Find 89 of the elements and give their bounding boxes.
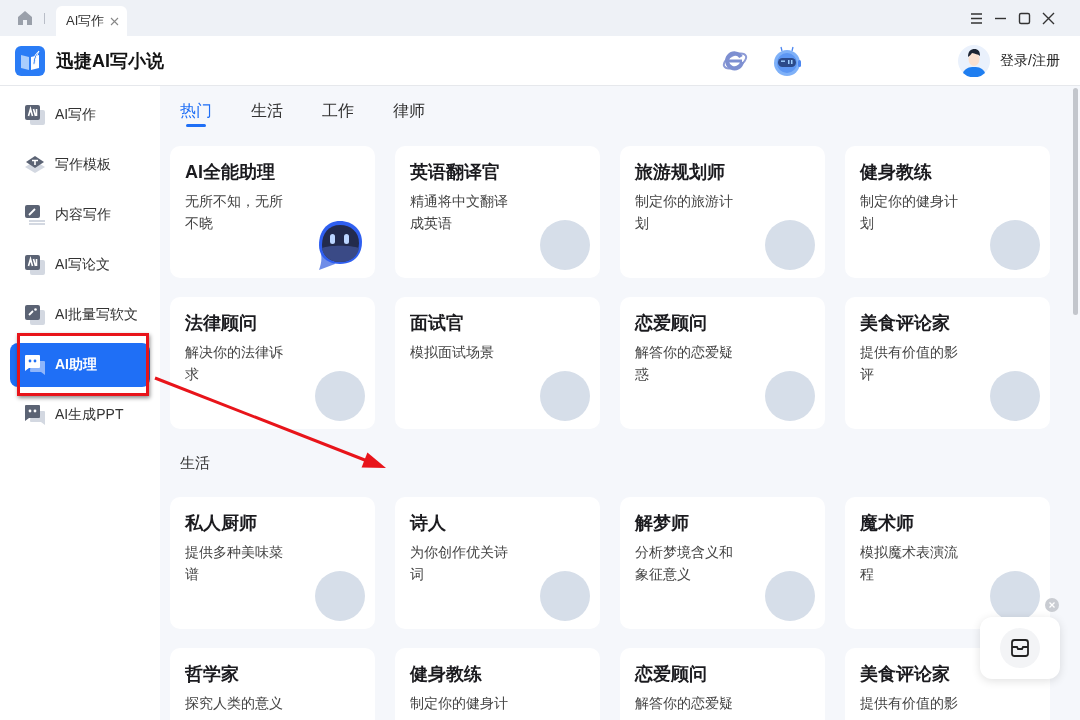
card-title: 美食评论家 xyxy=(860,663,950,686)
card-title: 面试官 xyxy=(410,312,464,335)
photo-placeholder xyxy=(765,571,815,621)
browser-icon[interactable] xyxy=(722,48,749,73)
card-title: 旅游规划师 xyxy=(635,161,725,184)
template-icon xyxy=(25,155,45,175)
card-description: 模拟面试场景 xyxy=(410,343,495,362)
chat-bubble-icon xyxy=(25,355,45,375)
assistant-card[interactable]: 诗人 为你创作优关诗词 xyxy=(395,497,600,629)
assistant-card[interactable]: 哲学家 探究人类的意义 xyxy=(170,648,375,720)
card-description: 分析梦境含义和象征意义 xyxy=(635,543,734,584)
card-title: 诗人 xyxy=(410,512,446,535)
floating-menu[interactable] xyxy=(980,617,1060,679)
assistant-card[interactable]: 魔术师 模拟魔术表演流程 xyxy=(845,497,1050,629)
edit-icon xyxy=(25,205,45,225)
photo-placeholder xyxy=(315,371,365,421)
book-logo-icon xyxy=(15,45,45,76)
robot-icon[interactable] xyxy=(772,45,803,76)
window-tab[interactable]: AI写作 xyxy=(56,6,128,36)
card-title: 健身教练 xyxy=(410,663,482,686)
card-title: 美食评论家 xyxy=(860,312,950,335)
card-description: 为你创作优关诗词 xyxy=(410,543,509,584)
category-tab[interactable]: 律师 xyxy=(393,96,425,127)
card-description: 无所不知，无所不晓 xyxy=(185,192,284,233)
category-tab[interactable]: 生活 xyxy=(251,96,283,127)
sidebar-item[interactable]: 写作模板 xyxy=(10,143,150,187)
card-title: 恋爱顾问 xyxy=(635,663,707,686)
card-description: 解决你的法律诉求 xyxy=(185,343,284,384)
card-description: 提供有价值的影 xyxy=(860,694,959,713)
login-link[interactable]: 登录/注册 xyxy=(1000,51,1060,70)
photo-placeholder xyxy=(540,571,590,621)
scrollbar-thumb[interactable] xyxy=(1073,88,1078,315)
assistant-card[interactable]: 面试官 模拟面试场景 xyxy=(395,297,600,429)
photo-placeholder xyxy=(990,371,1040,421)
photo-placeholder xyxy=(990,220,1040,270)
category-tab[interactable]: 工作 xyxy=(322,96,354,127)
card-title: 哲学家 xyxy=(185,663,239,686)
maximize-icon[interactable] xyxy=(1017,10,1032,26)
batch-edit-icon xyxy=(25,305,45,325)
sidebar-item[interactable]: 内容写作 xyxy=(10,193,150,237)
ai-mark-icon xyxy=(25,255,45,275)
card-description: 探究人类的意义 xyxy=(185,694,284,713)
assistant-card[interactable]: 英语翻译官 精通将中文翻译成英语 xyxy=(395,146,600,278)
card-title: 恋爱顾问 xyxy=(635,312,707,335)
ai-mark-icon xyxy=(25,105,45,125)
assistant-card[interactable]: 私人厨师 提供多种美味菜谱 xyxy=(170,497,375,629)
app-title: 迅捷AI写小说 xyxy=(56,49,164,73)
assistant-card[interactable]: 法律顾问 解决你的法律诉求 xyxy=(170,297,375,429)
sidebar-item[interactable]: AI批量写软文 xyxy=(10,293,150,337)
card-description: 制定你的健身计划 xyxy=(860,192,959,233)
sidebar-item[interactable]: AI生成PPT xyxy=(10,393,150,437)
close-icon[interactable] xyxy=(1041,10,1056,26)
chat-bubble-icon xyxy=(25,405,45,425)
assistant-card[interactable]: 美食评论家 提供有价值的影评 xyxy=(845,297,1050,429)
sidebar-item[interactable]: AI写作 xyxy=(10,93,150,137)
user-avatar-icon[interactable] xyxy=(958,44,991,77)
menu-icon[interactable] xyxy=(969,10,984,26)
category-tab[interactable]: 热门 xyxy=(180,96,212,127)
assistant-card[interactable]: 健身教练 制定你的健身计划 xyxy=(845,146,1050,278)
assistant-card[interactable]: 恋爱顾问 解答你的恋爱疑惑 xyxy=(620,297,825,429)
photo-placeholder xyxy=(540,220,590,270)
card-title: 英语翻译官 xyxy=(410,161,500,184)
card-description: 解答你的恋爱疑惑 xyxy=(635,343,734,384)
card-description: 提供有价值的影评 xyxy=(860,343,959,384)
photo-placeholder xyxy=(765,371,815,421)
assistant-card[interactable]: 健身教练 制定你的健身计 xyxy=(395,648,600,720)
section-heading: 生活 xyxy=(179,453,211,473)
assistant-card[interactable]: AI全能助理 无所不知，无所不晓 xyxy=(170,146,375,278)
card-title: 解梦师 xyxy=(635,512,689,535)
card-description: 精通将中文翻译成英语 xyxy=(410,192,509,233)
card-title: AI全能助理 xyxy=(185,161,275,184)
card-description: 制定你的健身计 xyxy=(410,694,509,713)
photo-placeholder xyxy=(540,371,590,421)
card-title: 法律顾问 xyxy=(185,312,257,335)
card-description: 制定你的旅游计划 xyxy=(635,192,734,233)
card-title: 魔术师 xyxy=(860,512,914,535)
assistant-card[interactable]: 旅游规划师 制定你的旅游计划 xyxy=(620,146,825,278)
assistant-card[interactable]: 恋爱顾问 解答你的恋爱疑 xyxy=(620,648,825,720)
card-description: 提供多种美味菜谱 xyxy=(185,543,284,584)
card-title: 私人厨师 xyxy=(185,512,257,535)
sidebar-item[interactable]: AI助理 xyxy=(10,343,150,387)
tray-icon[interactable] xyxy=(1000,628,1040,668)
card-description: 模拟魔术表演流程 xyxy=(860,543,959,584)
photo-placeholder xyxy=(765,220,815,270)
photo-placeholder xyxy=(315,571,365,621)
card-description: 解答你的恋爱疑 xyxy=(635,694,734,713)
card-title: 健身教练 xyxy=(860,161,932,184)
sidebar-item[interactable]: AI写论文 xyxy=(10,243,150,287)
assistant-card[interactable]: 解梦师 分析梦境含义和象征意义 xyxy=(620,497,825,629)
